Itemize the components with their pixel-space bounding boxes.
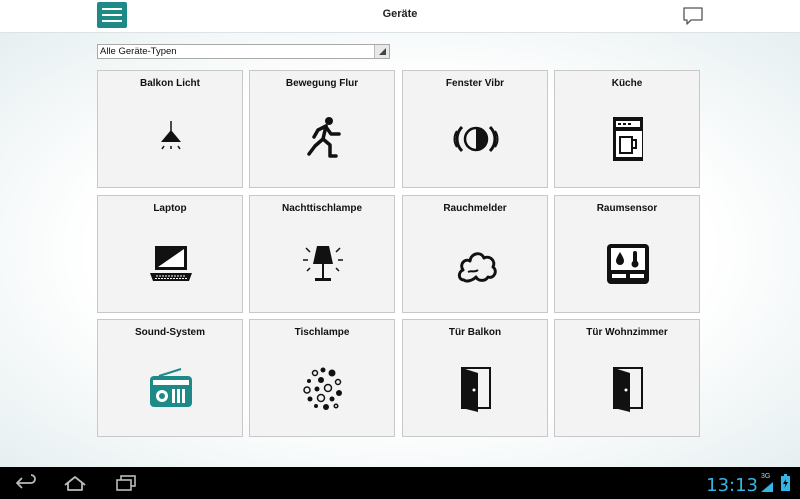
device-tile-laptop[interactable]: Laptop [97, 195, 243, 313]
dropdown-triangle-icon [379, 48, 386, 55]
device-label: Tischlampe [294, 327, 350, 338]
coffee-machine-icon [613, 117, 643, 161]
signal-strength-icon [761, 482, 773, 492]
open-door-icon [613, 367, 643, 412]
device-label: Rauchmelder [443, 203, 507, 214]
device-tile-nachttischlampe[interactable]: Nachttischlampe [249, 195, 395, 313]
action-bar: Geräte [0, 0, 800, 33]
device-label: Tür Balkon [448, 327, 502, 338]
device-tile-tischlampe[interactable]: Tischlampe [249, 319, 395, 437]
device-type-select[interactable]: Alle Geräte-Typen [97, 44, 390, 59]
smoke-icon [457, 252, 497, 283]
device-label: Tür Wohnzimmer [586, 327, 668, 338]
device-tile-bewegung-flur[interactable]: Bewegung Flur [249, 70, 395, 188]
device-tile-raumsensor[interactable]: Raumsensor [554, 195, 700, 313]
select-arrow[interactable] [374, 45, 389, 58]
device-label: Sound-System [134, 327, 205, 338]
recent-apps-icon[interactable] [113, 473, 139, 493]
status-clock: 13:13 [706, 475, 758, 496]
chat-bubble-icon[interactable] [682, 5, 704, 27]
device-tile-sound-system[interactable]: Sound-System [97, 319, 243, 437]
device-label: Fenster Vibr [445, 78, 505, 89]
running-person-icon [307, 117, 341, 158]
device-label: Bewegung Flur [285, 78, 359, 89]
menu-icon-line [102, 20, 122, 22]
device-label: Raumsensor [596, 203, 658, 214]
laptop-icon [150, 246, 192, 281]
system-navigation-bar: 13:13 3G [0, 467, 800, 499]
device-label: Küche [611, 78, 643, 89]
device-tile-tuer-wohnzimmer[interactable]: Tür Wohnzimmer [554, 319, 700, 437]
network-type: 3G [761, 473, 771, 480]
device-tile-tuer-balkon[interactable]: Tür Balkon [402, 319, 548, 437]
room-sensor-icon [607, 244, 649, 284]
page-title: Geräte [382, 8, 418, 20]
device-tile-fenster-vibr[interactable]: Fenster Vibr [402, 70, 548, 188]
light-dots-icon [303, 367, 342, 410]
device-label: Balkon Licht [139, 78, 200, 89]
device-tile-rauchmelder[interactable]: Rauchmelder [402, 195, 548, 313]
home-icon[interactable] [62, 473, 88, 493]
open-door-icon [461, 367, 491, 412]
back-icon[interactable] [14, 473, 38, 493]
device-tile-kueche[interactable]: Küche [554, 70, 700, 188]
battery-icon [781, 474, 790, 491]
ceiling-lamp-icon [161, 121, 181, 150]
device-type-select-value: Alle Geräte-Typen [100, 46, 177, 57]
table-lamp-icon [303, 246, 343, 281]
device-label: Laptop [153, 203, 187, 214]
device-label: Nachttischlampe [281, 203, 363, 214]
device-tile-balkon-licht[interactable]: Balkon Licht [97, 70, 243, 188]
vibration-icon [453, 125, 499, 153]
radio-icon [150, 368, 192, 407]
